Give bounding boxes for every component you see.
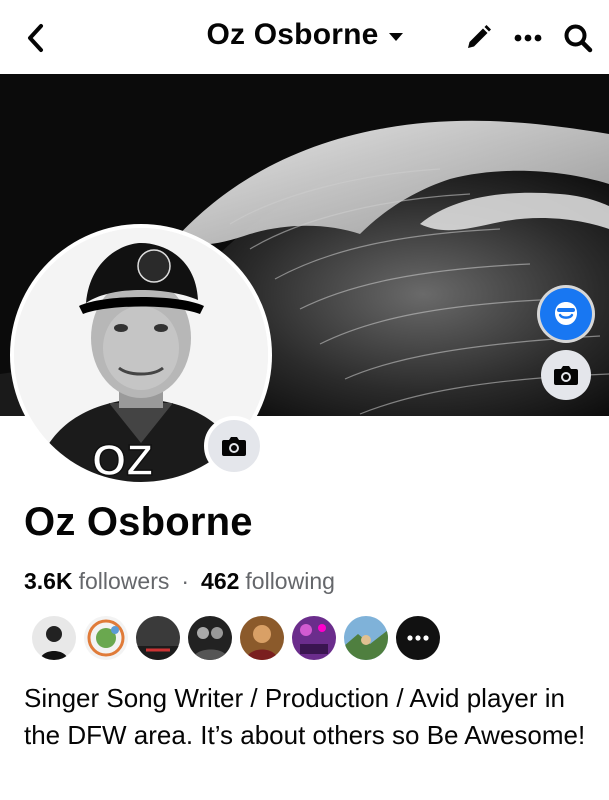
page-title: Oz Osborne	[206, 18, 379, 51]
follow-stats: 3.6K followers · 462 following	[24, 568, 335, 595]
following-label[interactable]: following	[245, 568, 335, 595]
followers-count[interactable]: 3.6K	[24, 568, 73, 595]
followers-label[interactable]: followers	[79, 568, 170, 595]
messenger-button[interactable]	[540, 288, 592, 340]
edit-profile-picture-button[interactable]	[204, 416, 264, 476]
search-icon	[564, 24, 593, 53]
more-dots-icon	[407, 635, 429, 641]
avatar-badge-text: OZ	[92, 436, 153, 482]
following-count[interactable]: 462	[201, 568, 239, 595]
edit-cover-photo-button[interactable]	[541, 350, 591, 400]
friend-avatar[interactable]	[240, 616, 284, 660]
profile-bio: Singer Song Writer / Production / Avid p…	[24, 683, 586, 750]
camera-icon	[222, 437, 246, 456]
friend-avatar[interactable]	[292, 616, 336, 660]
profile-name: Oz Osborne	[24, 500, 253, 544]
camera-icon	[554, 366, 578, 385]
search-button[interactable]	[561, 20, 595, 56]
messenger-avatar-icon	[555, 302, 577, 325]
edit-button[interactable]	[461, 20, 495, 56]
more-dots-icon	[514, 34, 542, 42]
friend-avatar[interactable]	[136, 616, 180, 660]
stats-separator: ·	[181, 568, 190, 594]
more-friends-button[interactable]	[396, 616, 440, 660]
friends-preview	[32, 616, 440, 660]
friend-avatar[interactable]	[84, 616, 128, 660]
friend-avatar[interactable]	[188, 616, 232, 660]
pencil-icon	[468, 25, 491, 48]
friend-avatar[interactable]	[32, 616, 76, 660]
more-button[interactable]	[511, 20, 545, 56]
top-bar: Oz Osborne	[0, 0, 609, 74]
friend-avatar[interactable]	[344, 616, 388, 660]
chevron-down-icon	[388, 32, 403, 41]
